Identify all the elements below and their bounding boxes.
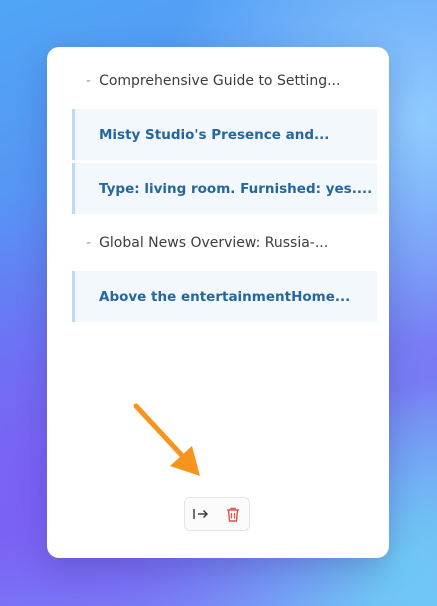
collapse-right-icon bbox=[193, 509, 208, 519]
list-item[interactable]: - Global News Overview: Russia-... bbox=[72, 217, 377, 268]
list-item[interactable]: - Comprehensive Guide to Setting... bbox=[72, 55, 377, 106]
delete-button[interactable] bbox=[223, 504, 243, 524]
list-item-highlighted[interactable]: Misty Studio's Presence and... bbox=[72, 109, 377, 160]
document-list: - Comprehensive Guide to Setting... Mist… bbox=[72, 55, 377, 325]
item-toolbar bbox=[184, 497, 250, 531]
list-item-highlighted[interactable]: Type: living room. Furnished: yes.... bbox=[72, 163, 377, 214]
trash-icon bbox=[227, 507, 239, 522]
list-item-label: Misty Studio's Presence and... bbox=[99, 126, 330, 143]
list-item-label: Global News Overview: Russia-... bbox=[99, 234, 329, 251]
item-dash: - bbox=[86, 234, 92, 251]
list-item-label: Comprehensive Guide to Setting... bbox=[99, 72, 341, 89]
collapse-button[interactable] bbox=[191, 504, 211, 524]
list-item-highlighted[interactable]: Above the entertainmentHome... bbox=[72, 271, 377, 322]
list-item-label: Above the entertainmentHome... bbox=[99, 288, 351, 305]
item-dash: - bbox=[86, 72, 92, 89]
document-list-panel: - Comprehensive Guide to Setting... Mist… bbox=[47, 47, 389, 558]
list-item-label: Type: living room. Furnished: yes.... bbox=[99, 180, 373, 197]
annotation-arrow-icon bbox=[133, 403, 200, 476]
